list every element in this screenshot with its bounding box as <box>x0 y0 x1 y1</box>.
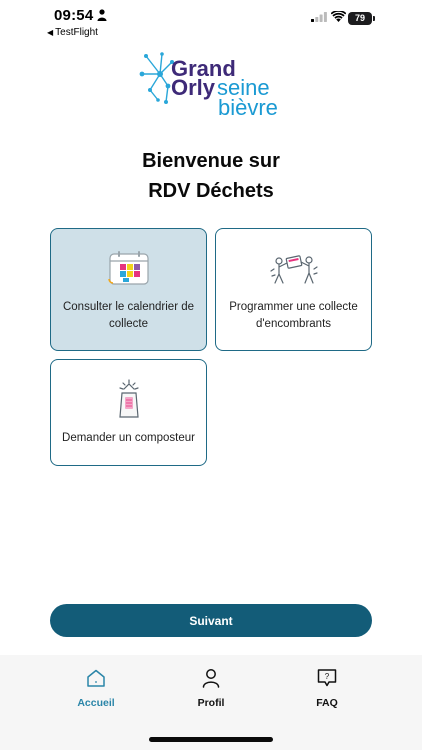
bulky-collection-card-label: Programmer une collecte d'encombrants <box>229 301 358 330</box>
tab-profile[interactable]: Profil <box>166 667 256 717</box>
user-icon <box>202 669 220 688</box>
grand-orly-logo: Grand Orly seine bièvre <box>138 50 288 128</box>
battery-indicator: 79 <box>348 12 372 25</box>
status-time: 09:54 <box>54 7 94 24</box>
calendar-icon <box>107 251 149 285</box>
calendar-card[interactable]: Consulter le calendrier de collecte <box>50 228 207 351</box>
status-bar: 09:54 ◀ TestFlight 79 <box>0 0 422 40</box>
tab-home[interactable]: Accueil <box>51 667 141 717</box>
logo-text-orly: Orly <box>171 75 216 100</box>
battery-cap <box>373 16 375 21</box>
home-indicator[interactable] <box>149 737 273 742</box>
back-app-label: TestFlight <box>55 27 98 38</box>
tab-faq-label: FAQ <box>316 697 338 709</box>
moving-people-icon <box>269 255 318 284</box>
cellular-signal-icon <box>311 12 327 22</box>
composter-card-label: Demander un composteur <box>62 432 195 444</box>
wifi-icon <box>331 11 346 22</box>
question-bubble-icon: ? <box>317 669 337 687</box>
next-button[interactable]: Suivant <box>50 604 372 637</box>
back-arrow-icon: ◀ <box>47 28 54 37</box>
page-title: Bienvenue sur RDV Déchets <box>0 146 422 206</box>
composter-card[interactable]: Demander un composteur <box>50 359 207 466</box>
home-icon <box>87 669 105 687</box>
welcome-line-2: RDV Déchets <box>148 180 274 202</box>
bulky-collection-card[interactable]: Programmer une collecte d'encombrants <box>215 228 372 351</box>
logo-text-bievre: bièvre <box>218 95 278 120</box>
tab-faq[interactable]: ? FAQ <box>282 667 372 717</box>
welcome-line-1: Bienvenue sur <box>142 150 280 172</box>
tab-profile-label: Profil <box>197 697 225 709</box>
calendar-card-label: Consulter le calendrier de collecte <box>62 301 195 330</box>
person-icon <box>97 9 107 21</box>
tab-home-label: Accueil <box>77 697 115 709</box>
back-to-app-link[interactable]: ◀ TestFlight <box>47 27 98 38</box>
composter-icon <box>118 379 139 418</box>
bottom-tab-bar: Accueil Profil ? FAQ <box>0 655 422 750</box>
svg-text:?: ? <box>325 672 330 681</box>
